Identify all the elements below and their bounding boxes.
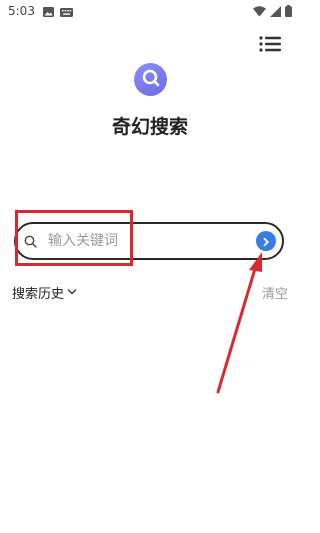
wifi-icon — [253, 2, 266, 21]
keyboard-notification-icon — [59, 2, 73, 21]
search-go-button[interactable] — [256, 231, 276, 251]
status-bar: 5:03 — [0, 0, 300, 22]
search-input[interactable] — [48, 226, 256, 256]
chevron-right-icon — [261, 232, 271, 251]
status-right — [253, 2, 292, 21]
search-bar[interactable] — [14, 222, 284, 260]
screen: 5:03 奇幻搜索 输入关键词 搜索历史 清空 — [0, 0, 300, 533]
battery-icon — [285, 2, 292, 21]
clear-history-button[interactable]: 清空 — [262, 283, 288, 302]
signal-icon — [270, 2, 281, 21]
menu-button[interactable] — [258, 36, 282, 56]
history-label[interactable]: 搜索历史 — [12, 283, 64, 302]
image-notification-icon — [42, 2, 54, 21]
chevron-down-icon[interactable] — [67, 288, 77, 296]
status-time: 5:03 — [8, 4, 35, 18]
history-row: 搜索历史 清空 — [12, 282, 288, 302]
search-icon — [24, 234, 38, 248]
menu-icon — [259, 36, 281, 56]
search-logo-icon — [141, 68, 161, 92]
app-logo — [134, 63, 167, 96]
app-title: 奇幻搜索 — [111, 116, 188, 138]
